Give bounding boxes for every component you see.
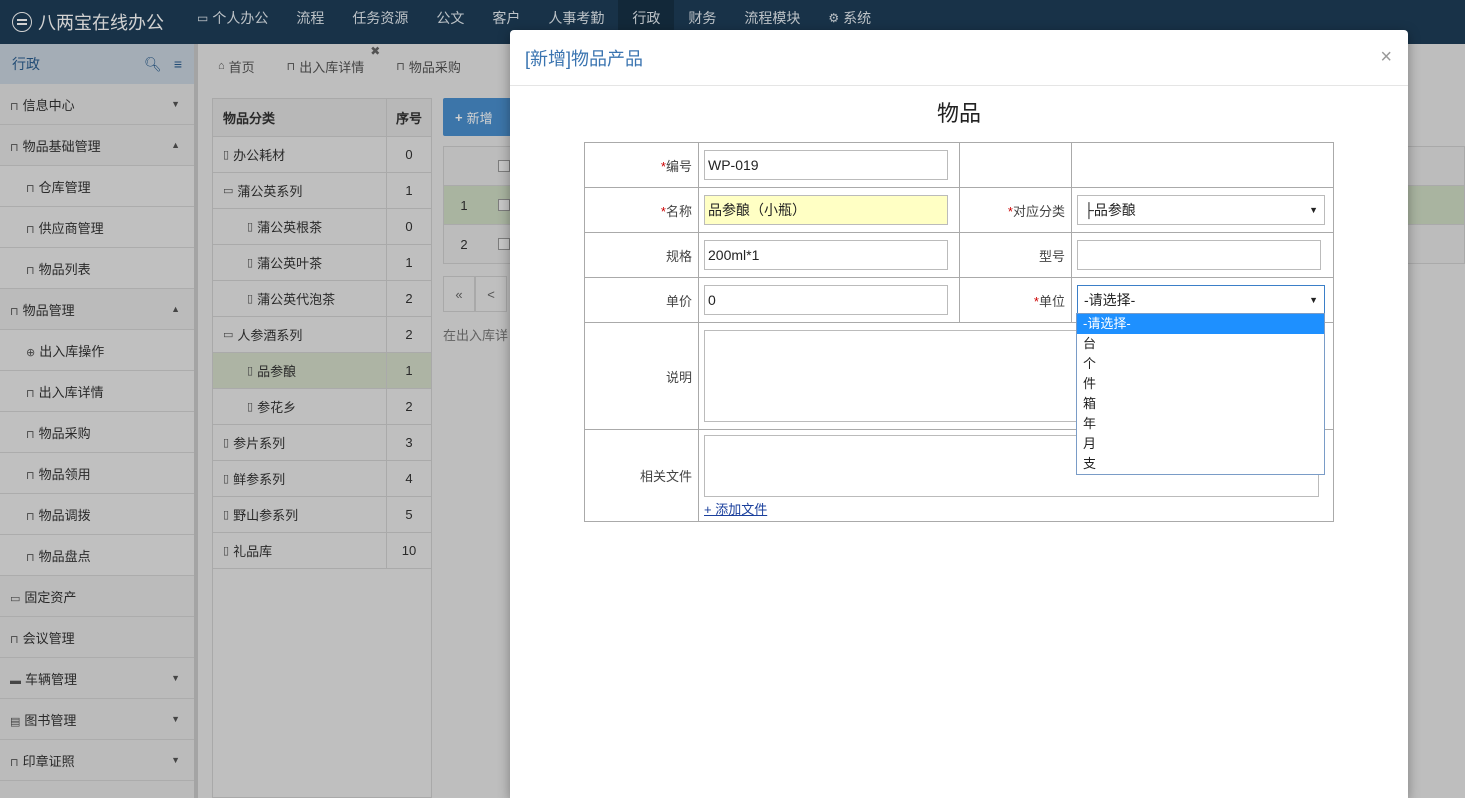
- description-label: 说明: [584, 322, 699, 430]
- spec-input[interactable]: 200ml*1: [704, 240, 948, 270]
- unit-option[interactable]: -请选择-: [1077, 314, 1324, 334]
- unit-option[interactable]: 支: [1077, 454, 1324, 474]
- unit-option[interactable]: 个: [1077, 354, 1324, 374]
- unit-option[interactable]: 月: [1077, 434, 1324, 454]
- name-input[interactable]: 品参酿（小瓶）: [704, 195, 948, 225]
- new-product-dialog: [新增]物品产品 × 物品 *编号 WP-019 *名称 品参酿（小瓶） *对应…: [510, 30, 1408, 798]
- code-input[interactable]: WP-019: [704, 150, 948, 180]
- dropdown-arrow-icon: ▼: [1309, 295, 1318, 305]
- modal-title: [新增]物品产品: [525, 48, 644, 69]
- files-label: 相关文件: [584, 429, 699, 522]
- category-label: *对应分类: [959, 187, 1072, 233]
- unit-select[interactable]: -请选择- ▼: [1077, 285, 1325, 315]
- close-button[interactable]: ×: [1380, 46, 1392, 69]
- model-input[interactable]: [1077, 240, 1321, 270]
- dropdown-arrow-icon: ▼: [1309, 205, 1318, 215]
- unit-label: *单位: [959, 277, 1072, 323]
- name-label: *名称: [584, 187, 699, 233]
- price-input[interactable]: 0: [704, 285, 948, 315]
- category-select[interactable]: ├品参酿 ▼: [1077, 195, 1325, 225]
- code-label: *编号: [584, 142, 699, 188]
- model-label: 型号: [959, 232, 1072, 278]
- unit-option[interactable]: 件: [1077, 374, 1324, 394]
- modal-header: [新增]物品产品 ×: [510, 30, 1408, 86]
- unit-option[interactable]: 台: [1077, 334, 1324, 354]
- unit-dropdown-list: -请选择- 台个件箱年月支: [1076, 313, 1325, 475]
- unit-option[interactable]: 年: [1077, 414, 1324, 434]
- price-label: 单价: [584, 277, 699, 323]
- unit-option[interactable]: 箱: [1077, 394, 1324, 414]
- spec-label: 规格: [584, 232, 699, 278]
- add-file-link[interactable]: + 添加文件: [704, 499, 767, 518]
- form-title: 物品: [936, 101, 981, 126]
